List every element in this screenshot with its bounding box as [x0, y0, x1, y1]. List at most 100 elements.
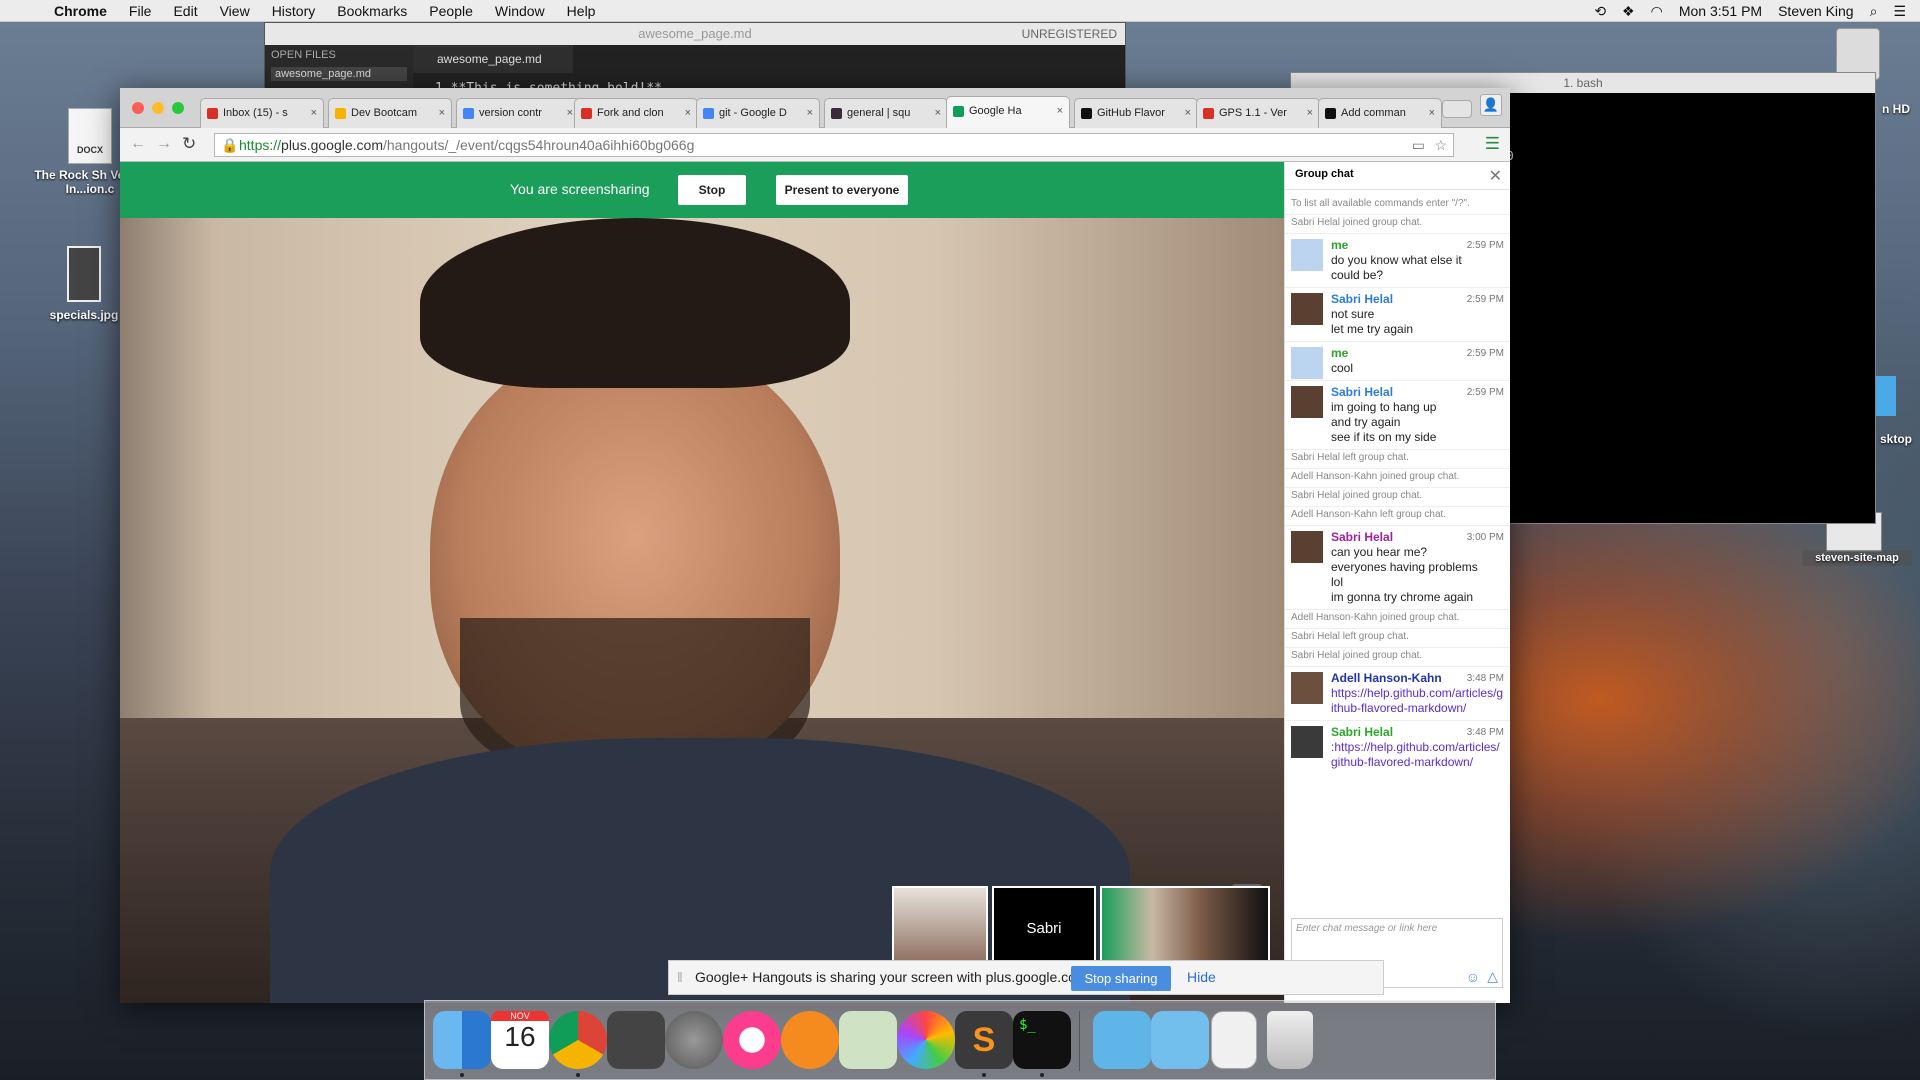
avatar[interactable]	[1291, 239, 1323, 271]
participant-thumbnail-self[interactable]	[1100, 886, 1270, 968]
tab-label: GPS 1.1 - Ver	[1219, 107, 1287, 119]
camera-icon[interactable]: ▭	[1412, 134, 1425, 156]
notification-center-icon[interactable]: ☰	[1893, 3, 1906, 20]
menu-edit[interactable]: Edit	[173, 3, 197, 19]
stop-sharing-button[interactable]: Stop sharing	[1071, 966, 1171, 991]
browser-tab[interactable]: Inbox (15) - s ×	[200, 98, 324, 128]
close-icon[interactable]: ✕	[1489, 166, 1502, 186]
menu-app-name[interactable]: Chrome	[54, 3, 107, 19]
address-bar[interactable]: 🔒 https://plus.google.com/hangouts/_/eve…	[214, 133, 1454, 157]
clock[interactable]: Mon 3:51 PM	[1679, 3, 1762, 19]
menu-window[interactable]: Window	[495, 3, 545, 19]
tab-close-icon[interactable]: ×	[1057, 97, 1063, 125]
tab-close-icon[interactable]: ×	[685, 99, 691, 127]
new-tab-button[interactable]	[1442, 100, 1472, 118]
desktop-folder-icon[interactable]	[1876, 376, 1896, 416]
desktop-file-jpg[interactable]: specials.jpg	[34, 246, 134, 322]
minimize-window-button[interactable]	[152, 102, 164, 114]
menu-people[interactable]: People	[429, 3, 473, 19]
trash-icon[interactable]	[1267, 1011, 1313, 1069]
browser-tab[interactable]: general | squ ×	[824, 98, 948, 128]
tab-close-icon[interactable]: ×	[1185, 99, 1191, 127]
csv-stack-icon[interactable]	[1211, 1011, 1257, 1069]
chat-link[interactable]: https://help.github.com/articles/github-…	[1331, 686, 1503, 715]
tab-favicon-icon	[1325, 108, 1336, 119]
sublime-title-bar[interactable]: awesome_page.md UNREGISTERED	[265, 23, 1125, 45]
avatar[interactable]	[1291, 726, 1323, 758]
tab-close-icon[interactable]: ×	[807, 99, 813, 127]
avatar[interactable]	[1291, 386, 1323, 418]
browser-tab[interactable]: git - Google D ×	[696, 98, 820, 128]
terminal-icon[interactable]: $_	[1013, 1011, 1071, 1069]
browser-tab[interactable]: Dev Bootcam ×	[328, 98, 452, 128]
chrome-icon[interactable]	[549, 1011, 607, 1069]
url-scheme: https://	[239, 137, 282, 153]
browser-tab[interactable]: GitHub Flavor ×	[1074, 98, 1198, 128]
participant-thumbnail-sabri[interactable]: Sabri	[992, 886, 1096, 968]
itunes-icon[interactable]	[723, 1011, 781, 1069]
reload-icon[interactable]: ↻	[182, 134, 196, 154]
avatar[interactable]	[1291, 672, 1323, 704]
ibooks-icon[interactable]	[781, 1011, 839, 1069]
present-to-everyone-button[interactable]: Present to everyone	[776, 175, 908, 205]
bookmark-star-icon[interactable]: ☆	[1434, 134, 1447, 156]
group-chat-panel: Group chat ✕ To list all available comma…	[1284, 162, 1510, 1003]
browser-tab[interactable]: GPS 1.1 - Ver ×	[1196, 98, 1320, 128]
sublime-text-icon[interactable]: S	[955, 1011, 1013, 1069]
tab-close-icon[interactable]: ×	[1307, 99, 1313, 127]
browser-tab[interactable]: version contr ×	[456, 98, 580, 128]
time-machine-icon[interactable]: ⟲	[1594, 3, 1606, 20]
system-preferences-icon[interactable]	[665, 1011, 723, 1069]
finder-icon[interactable]	[433, 1011, 491, 1069]
browser-tab[interactable]: Google Ha ×	[946, 96, 1070, 128]
avatar[interactable]	[1291, 531, 1323, 563]
menu-file[interactable]: File	[129, 3, 152, 19]
back-arrow-icon[interactable]: ←	[130, 135, 146, 153]
browser-tab[interactable]: Add comman ×	[1318, 98, 1442, 128]
open-file-item[interactable]: awesome_page.md	[271, 67, 407, 81]
menu-view[interactable]: View	[220, 3, 250, 19]
tab-favicon-icon	[1203, 108, 1214, 119]
dropbox-icon[interactable]: ❖	[1622, 3, 1635, 20]
stop-button[interactable]: Stop	[678, 175, 746, 205]
chat-timestamp: 2:59 PM	[1466, 240, 1504, 251]
hide-link[interactable]: Hide	[1187, 961, 1216, 994]
tab-close-icon[interactable]: ×	[439, 99, 445, 127]
avatar[interactable]	[1291, 347, 1323, 379]
browser-tab[interactable]: Fork and clon ×	[574, 98, 698, 128]
profile-icon[interactable]: 👤	[1480, 94, 1502, 116]
tab-close-icon[interactable]: ×	[935, 99, 941, 127]
tab-favicon-icon	[463, 108, 474, 119]
person-hair	[420, 218, 850, 388]
spotlight-search-icon[interactable]: ⌕	[1870, 3, 1878, 20]
tab-close-icon[interactable]: ×	[311, 99, 317, 127]
menu-icon[interactable]: ☰	[1485, 134, 1500, 154]
calendar-icon[interactable]: NOV 16	[491, 1011, 549, 1069]
emoji-icon[interactable]: ☺	[1466, 969, 1480, 985]
photos-icon[interactable]	[897, 1011, 955, 1069]
maps-icon[interactable]	[839, 1011, 897, 1069]
avatar[interactable]	[1291, 293, 1323, 325]
menu-history[interactable]: History	[272, 3, 316, 19]
close-window-button[interactable]	[132, 102, 144, 114]
forward-arrow-icon[interactable]: →	[156, 135, 172, 153]
desktop-sitemap-label: steven-site-map	[1802, 550, 1912, 566]
user-name[interactable]: Steven King	[1778, 3, 1854, 19]
chat-system-message: Sabri Helal left group chat.	[1285, 450, 1510, 469]
documents-folder-icon[interactable]	[1151, 1011, 1209, 1069]
menu-help[interactable]: Help	[567, 3, 596, 19]
tab-close-icon[interactable]: ×	[1429, 99, 1435, 127]
sublime-tab[interactable]: awesome_page.md	[413, 45, 573, 73]
applications-folder-icon[interactable]	[1093, 1011, 1151, 1069]
chat-link[interactable]: :https://help.github.com/articles/github…	[1331, 740, 1500, 769]
menu-bookmarks[interactable]: Bookmarks	[337, 3, 407, 19]
tab-close-icon[interactable]: ×	[567, 99, 573, 127]
drag-handle-icon[interactable]: ‖	[677, 961, 683, 994]
zoom-window-button[interactable]	[172, 102, 184, 114]
chat-message: Sabri Helal 2:59 PM not sure let me try …	[1285, 288, 1510, 342]
drive-icon[interactable]: △	[1487, 968, 1498, 985]
dvd-player-icon[interactable]	[607, 1011, 665, 1069]
desktop-file-label: specials.jpg	[49, 308, 119, 322]
wifi-icon[interactable]: ◠	[1651, 3, 1663, 20]
participant-thumbnail-adell[interactable]	[892, 886, 988, 968]
